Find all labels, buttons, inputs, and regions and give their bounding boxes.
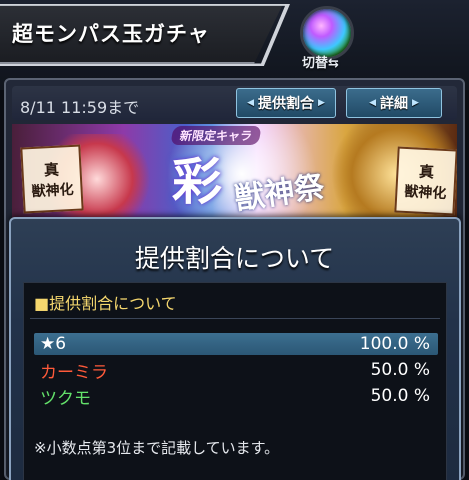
seal-line-1: 真 [43, 160, 60, 179]
seal-line-2: 獣神化 [31, 181, 74, 200]
arrow-right-icon: ▶ [412, 98, 419, 108]
rate-row-value: 50.0 % [370, 386, 430, 406]
detail-button[interactable]: ◀ 詳細 ▶ [346, 88, 442, 118]
arrow-left-icon: ◀ [247, 98, 254, 108]
rate-row-name: ツクモ [40, 388, 91, 409]
rate-row-tsukumo: ツクモ 50.0 % [34, 385, 438, 409]
seal-line-1: 真 [418, 162, 435, 181]
gacha-banner[interactable]: 新限定キャラ 彩 獣神祭 真 獣神化 真 獣神化 [12, 124, 457, 220]
rate-row-value: 100.0 % [359, 334, 430, 354]
page-title: 超モンパス玉ガチャ [12, 22, 210, 46]
modal-title: 提供割合について [134, 244, 335, 273]
arrow-right-icon: ▶ [318, 98, 325, 108]
detail-button-label: 詳細 [380, 96, 408, 112]
right-seal-badge: 真 獣神化 [394, 146, 457, 216]
deadline-text: 8/11 11:59まで [20, 98, 140, 117]
divider [30, 318, 440, 319]
footnote: ※小数点第3位まで記載しています。 [34, 439, 280, 457]
rate-row-name: カーミラ [40, 362, 108, 383]
rate-row-name: ★6 [40, 334, 67, 354]
rate-button[interactable]: ◀ 提供割合 ▶ [236, 88, 336, 118]
switch-button-label[interactable]: 切替⇆ [302, 52, 339, 71]
section-heading: ■提供割合について [34, 294, 177, 313]
banner-kanji-main: 彩 [172, 152, 222, 211]
rate-row-carmilla: カーミラ 50.0 % [34, 359, 438, 383]
arrow-left-icon: ◀ [369, 98, 376, 108]
left-seal-badge: 真 獣神化 [20, 144, 84, 214]
seal-line-2: 獣神化 [404, 183, 447, 202]
rate-row-value: 50.0 % [370, 360, 430, 380]
rate-row-star6: ★6 100.0 % [34, 333, 438, 355]
rate-button-label: 提供割合 [258, 96, 314, 112]
